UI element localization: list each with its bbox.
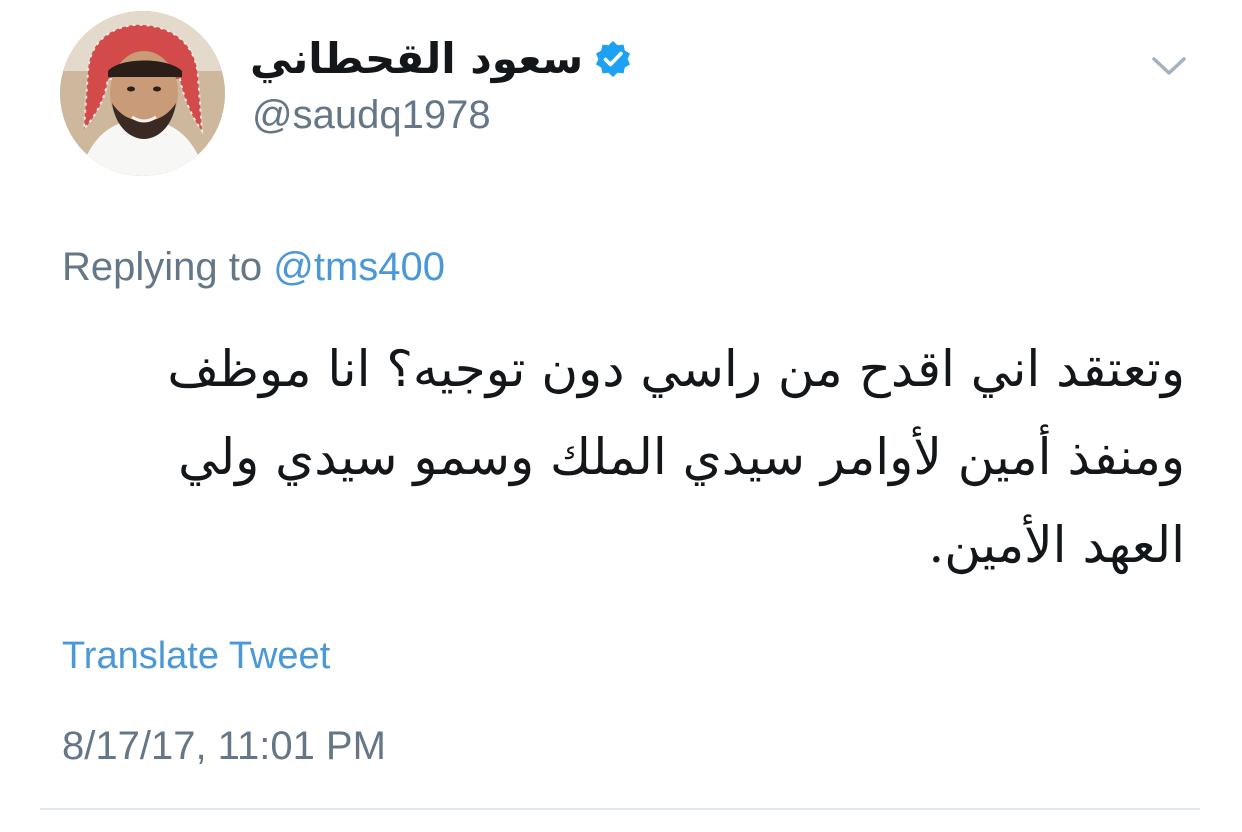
author-name-row: سعود القحطاني: [250, 28, 633, 90]
chevron-down-icon[interactable]: [1150, 52, 1188, 80]
tweet-line: العهد الأمين.: [928, 516, 1185, 574]
tweet-line: وتعتقد اني اقدح من راسي دون توجيه؟ انا م…: [167, 340, 1185, 398]
author-handle[interactable]: @saudq1978: [252, 95, 491, 135]
divider: [40, 808, 1200, 810]
translate-tweet-link[interactable]: Translate Tweet: [62, 634, 330, 680]
reply-mention-link[interactable]: @tms400: [273, 245, 445, 289]
avatar[interactable]: [60, 11, 225, 176]
replying-to-label: Replying to: [62, 245, 263, 289]
tweet-timestamp: 8/17/17, 11:01 PM: [62, 724, 386, 768]
tweet-text: وتعتقد اني اقدح من راسي دون توجيه؟ انا م…: [60, 325, 1185, 589]
replying-to-line: Replying to @tms400: [62, 243, 445, 291]
display-name[interactable]: سعود القحطاني: [250, 38, 583, 80]
tweet-line: ومنفذ أمين لأوامر سيدي الملك وسمو سيدي و…: [178, 428, 1185, 486]
verified-badge-icon: [596, 41, 631, 77]
profile-photo: [60, 11, 225, 176]
